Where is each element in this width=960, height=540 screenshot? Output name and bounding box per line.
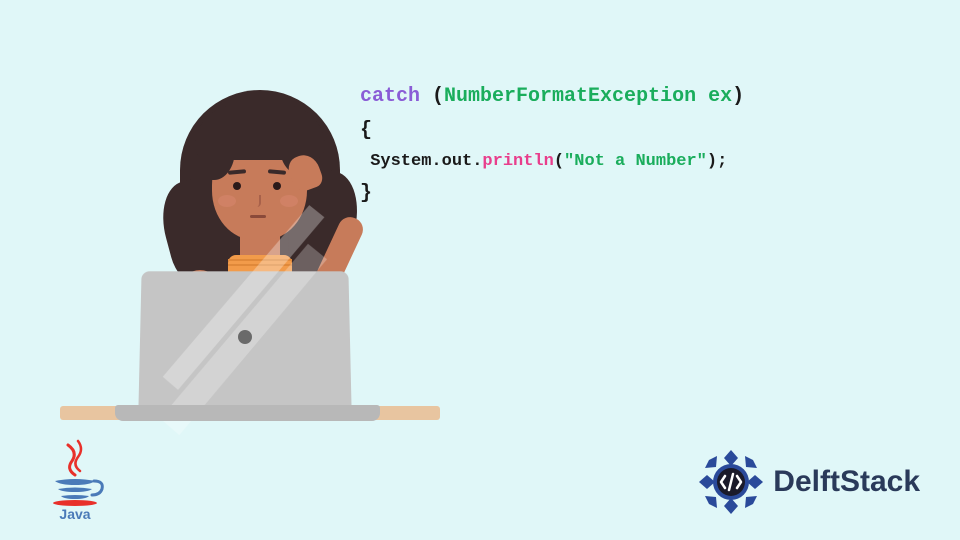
method-println: println <box>482 152 553 171</box>
delftstack-text: DelftStack <box>773 465 920 499</box>
exception-type: NumberFormatException ex <box>444 85 732 108</box>
string-literal: "Not a Number" <box>564 152 707 171</box>
code-snippet: catch (NumberFormatException ex) { Syste… <box>360 80 744 211</box>
java-logo: Java <box>40 437 110 522</box>
brace-close: } <box>360 177 744 211</box>
svg-text:Java: Java <box>59 506 90 522</box>
code-line-2: System.out.println("Not a Number"); <box>360 148 744 177</box>
delftstack-logo: DelftStack <box>695 446 920 518</box>
code-line-1: catch (NumberFormatException ex) <box>360 80 744 114</box>
java-icon: Java <box>40 437 110 522</box>
brace-open: { <box>360 114 744 148</box>
keyword-catch: catch <box>360 85 432 108</box>
delftstack-icon <box>695 446 767 518</box>
